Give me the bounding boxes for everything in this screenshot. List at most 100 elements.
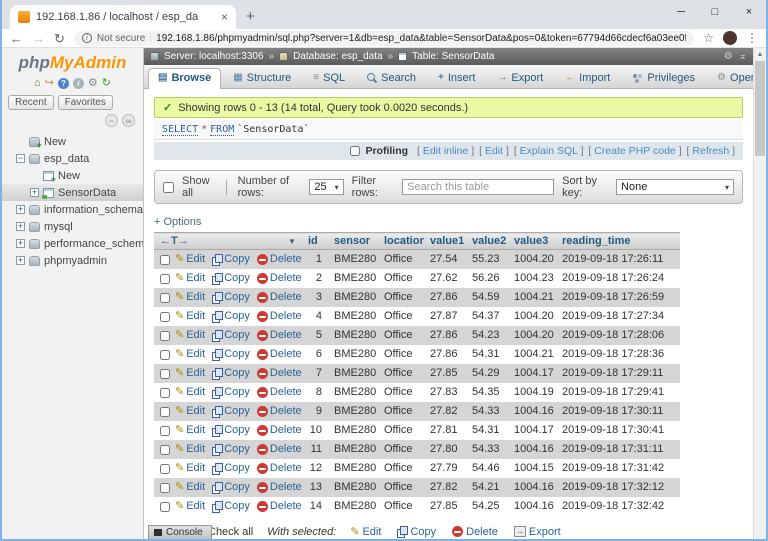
bookmark-icon[interactable]: ☆ bbox=[703, 31, 714, 45]
sidebar-item-sensordata[interactable]: SensorData bbox=[2, 184, 143, 201]
row-checkbox[interactable] bbox=[160, 274, 170, 284]
link-main-panel-icon[interactable]: ∞ bbox=[122, 114, 135, 127]
new-tab-button[interactable]: + bbox=[246, 8, 255, 25]
row-copy-button[interactable]: Copy bbox=[212, 328, 250, 343]
row-checkbox[interactable] bbox=[160, 350, 170, 360]
page-settings-icon[interactable]: ⚙ bbox=[724, 51, 733, 62]
row-copy-button[interactable]: Copy bbox=[212, 480, 250, 495]
rows-count-select[interactable]: 25 ▾ bbox=[309, 179, 343, 195]
tree-expander-icon[interactable] bbox=[16, 154, 25, 163]
query-tool-link[interactable]: Create PHP code bbox=[594, 145, 676, 157]
row-delete-button[interactable]: Delete bbox=[257, 480, 302, 495]
sort-key-select[interactable]: None ▾ bbox=[616, 179, 734, 195]
with-selected-copy-button[interactable]: Copy bbox=[397, 525, 436, 538]
row-edit-button[interactable]: Edit bbox=[175, 290, 205, 305]
sidebar-item-information-schema[interactable]: information_schema bbox=[2, 201, 143, 218]
tree-expander-icon[interactable] bbox=[16, 256, 25, 265]
column-header-reading-time[interactable]: reading_time bbox=[556, 233, 680, 250]
show-all-checkbox[interactable] bbox=[163, 182, 174, 193]
row-copy-button[interactable]: Copy bbox=[212, 252, 250, 267]
query-tool-link[interactable]: Edit bbox=[485, 145, 503, 157]
tab-structure[interactable]: Structure bbox=[223, 68, 301, 88]
query-tool-link[interactable]: Explain SQL bbox=[520, 145, 578, 157]
row-copy-button[interactable]: Copy bbox=[212, 499, 250, 514]
breadcrumb-server[interactable]: Server: localhost:3306 bbox=[164, 51, 264, 62]
sql-keyword-select[interactable]: SELECT bbox=[162, 124, 198, 136]
row-edit-button[interactable]: Edit bbox=[175, 442, 205, 457]
row-checkbox[interactable] bbox=[160, 255, 170, 265]
row-edit-button[interactable]: Edit bbox=[175, 480, 205, 495]
tab-operations[interactable]: Operations bbox=[707, 68, 753, 88]
tab-export[interactable]: Export bbox=[487, 68, 553, 88]
row-copy-button[interactable]: Copy bbox=[212, 385, 250, 400]
row-copy-button[interactable]: Copy bbox=[212, 347, 250, 362]
row-edit-button[interactable]: Edit bbox=[175, 404, 205, 419]
row-checkbox[interactable] bbox=[160, 293, 170, 303]
sidebar-item-new-table[interactable]: New bbox=[2, 167, 143, 184]
favorites-button[interactable]: Favorites bbox=[58, 95, 113, 110]
column-header-value2[interactable]: value2 bbox=[466, 233, 508, 250]
collapse-panel-icon[interactable]: ⌅ bbox=[739, 51, 747, 62]
row-delete-button[interactable]: Delete bbox=[257, 347, 302, 362]
row-copy-button[interactable]: Copy bbox=[212, 366, 250, 381]
address-bar[interactable]: i Not secure 192.168.1.86/phpmyadmin/sql… bbox=[74, 31, 694, 46]
row-edit-button[interactable]: Edit bbox=[175, 499, 205, 514]
row-edit-button[interactable]: Edit bbox=[175, 347, 205, 362]
tree-expander-icon[interactable] bbox=[16, 205, 25, 214]
tree-expander-icon[interactable] bbox=[16, 239, 25, 248]
row-delete-button[interactable]: Delete bbox=[257, 461, 302, 476]
scroll-up-icon[interactable]: ▲ bbox=[754, 48, 766, 61]
row-copy-button[interactable]: Copy bbox=[212, 442, 250, 457]
query-tool-link[interactable]: Edit inline bbox=[423, 145, 469, 157]
row-edit-button[interactable]: Edit bbox=[175, 423, 205, 438]
row-copy-button[interactable]: Copy bbox=[212, 271, 250, 286]
collapse-all-icon[interactable]: − bbox=[105, 114, 118, 127]
column-header-id[interactable]: id bbox=[302, 233, 328, 250]
column-header-value1[interactable]: value1 bbox=[424, 233, 466, 250]
row-checkbox[interactable] bbox=[160, 331, 170, 341]
sidebar-item-esp-data[interactable]: esp_data bbox=[2, 150, 143, 167]
row-edit-button[interactable]: Edit bbox=[175, 252, 205, 267]
sidebar-item-new-database[interactable]: New bbox=[2, 133, 143, 150]
column-header-location[interactable]: location bbox=[378, 233, 424, 250]
row-delete-button[interactable]: Delete bbox=[257, 309, 302, 324]
sidebar-item-phpmyadmin[interactable]: phpmyadmin bbox=[2, 252, 143, 269]
row-delete-button[interactable]: Delete bbox=[257, 499, 302, 514]
recent-button[interactable]: Recent bbox=[8, 95, 54, 110]
tab-insert[interactable]: Insert bbox=[428, 68, 485, 88]
row-delete-button[interactable]: Delete bbox=[257, 271, 302, 286]
row-delete-button[interactable]: Delete bbox=[257, 385, 302, 400]
reload-navigation-icon[interactable]: ↻ bbox=[102, 78, 111, 89]
row-delete-button[interactable]: Delete bbox=[257, 366, 302, 381]
profile-avatar[interactable] bbox=[723, 31, 737, 45]
info-icon[interactable]: i bbox=[73, 78, 84, 89]
row-checkbox[interactable] bbox=[160, 426, 170, 436]
tab-import[interactable]: Import bbox=[555, 68, 620, 88]
browser-tab[interactable]: 192.168.1.86 / localhost / esp_da × bbox=[10, 5, 236, 29]
row-checkbox[interactable] bbox=[160, 502, 170, 512]
help-icon[interactable]: ? bbox=[58, 78, 69, 89]
sidebar-item-performance-schema[interactable]: performance_schema bbox=[2, 235, 143, 252]
tree-expander-icon[interactable] bbox=[16, 222, 25, 231]
console-toggle[interactable]: Console bbox=[148, 525, 212, 539]
with-selected-export-button[interactable]: Export bbox=[514, 525, 561, 538]
scrollbar-thumb[interactable] bbox=[755, 61, 765, 156]
home-icon[interactable]: ⌂ bbox=[34, 78, 41, 89]
row-edit-button[interactable]: Edit bbox=[175, 309, 205, 324]
breadcrumb-table[interactable]: Table: SensorData bbox=[412, 51, 494, 62]
row-copy-button[interactable]: Copy bbox=[212, 309, 250, 324]
row-edit-button[interactable]: Edit bbox=[175, 328, 205, 343]
logout-icon[interactable]: ↪ bbox=[45, 78, 54, 89]
row-edit-button[interactable]: Edit bbox=[175, 461, 205, 476]
row-delete-button[interactable]: Delete bbox=[257, 252, 302, 267]
row-copy-button[interactable]: Copy bbox=[212, 404, 250, 419]
phpmyadmin-logo[interactable]: phpMyAdmin bbox=[2, 53, 143, 73]
tab-sql[interactable]: SQL bbox=[303, 68, 355, 88]
forward-icon[interactable]: → bbox=[32, 32, 45, 45]
sort-arrow-icon[interactable]: ▼ bbox=[288, 237, 296, 246]
row-checkbox[interactable] bbox=[160, 407, 170, 417]
sidebar-item-mysql[interactable]: mysql bbox=[2, 218, 143, 235]
row-checkbox[interactable] bbox=[160, 445, 170, 455]
row-delete-button[interactable]: Delete bbox=[257, 328, 302, 343]
query-tool-link[interactable]: Refresh bbox=[692, 145, 729, 157]
